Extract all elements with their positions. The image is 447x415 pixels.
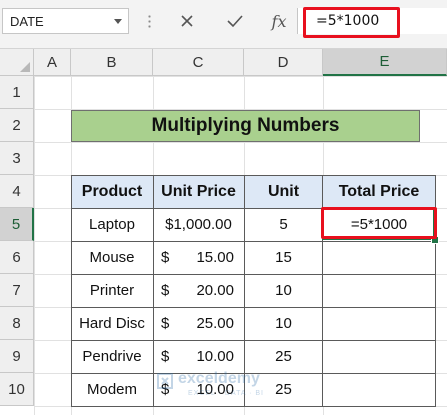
name-box-value: DATE (10, 14, 44, 29)
table-divider (71, 373, 436, 374)
table-divider (71, 340, 436, 341)
column-header-a[interactable]: A (34, 49, 71, 76)
row-header-2[interactable]: 2 (0, 109, 34, 142)
formula-highlight-box (303, 7, 400, 38)
cell-highlight-box (321, 207, 437, 239)
select-all-corner[interactable] (0, 49, 34, 76)
sheet-title[interactable]: Multiplying Numbers (71, 110, 420, 142)
grip-dots-icon[interactable] (148, 14, 151, 30)
column-header-d[interactable]: D (244, 49, 323, 76)
fx-icon: fx (271, 11, 287, 31)
chevron-down-icon[interactable] (114, 19, 122, 24)
row-header-1[interactable]: 1 (0, 76, 34, 109)
row-header-9[interactable]: 9 (0, 340, 34, 373)
row-header-10[interactable]: 10 (0, 373, 34, 406)
name-box[interactable]: DATE (2, 8, 129, 34)
column-header-c[interactable]: C (153, 49, 244, 76)
table-divider (71, 307, 436, 308)
row-header-7[interactable]: 7 (0, 274, 34, 307)
close-icon (181, 15, 193, 27)
enter-button[interactable] (222, 8, 248, 34)
row-header-8[interactable]: 8 (0, 307, 34, 340)
select-all-triangle-icon (20, 62, 30, 72)
row-header-6[interactable]: 6 (0, 241, 34, 274)
formula-bar: DATE fx =5*1000 (0, 0, 447, 49)
row-header-3[interactable]: 3 (0, 142, 34, 175)
cancel-button[interactable] (174, 8, 200, 34)
column-header-e[interactable]: E (323, 49, 447, 76)
insert-function-button[interactable]: fx (266, 8, 292, 34)
check-icon (227, 15, 243, 28)
column-header-b[interactable]: B (71, 49, 153, 76)
table-divider (71, 274, 436, 275)
table-divider (71, 241, 436, 242)
row-header-4[interactable]: 4 (0, 175, 34, 208)
row-header-5[interactable]: 5 (0, 208, 34, 241)
